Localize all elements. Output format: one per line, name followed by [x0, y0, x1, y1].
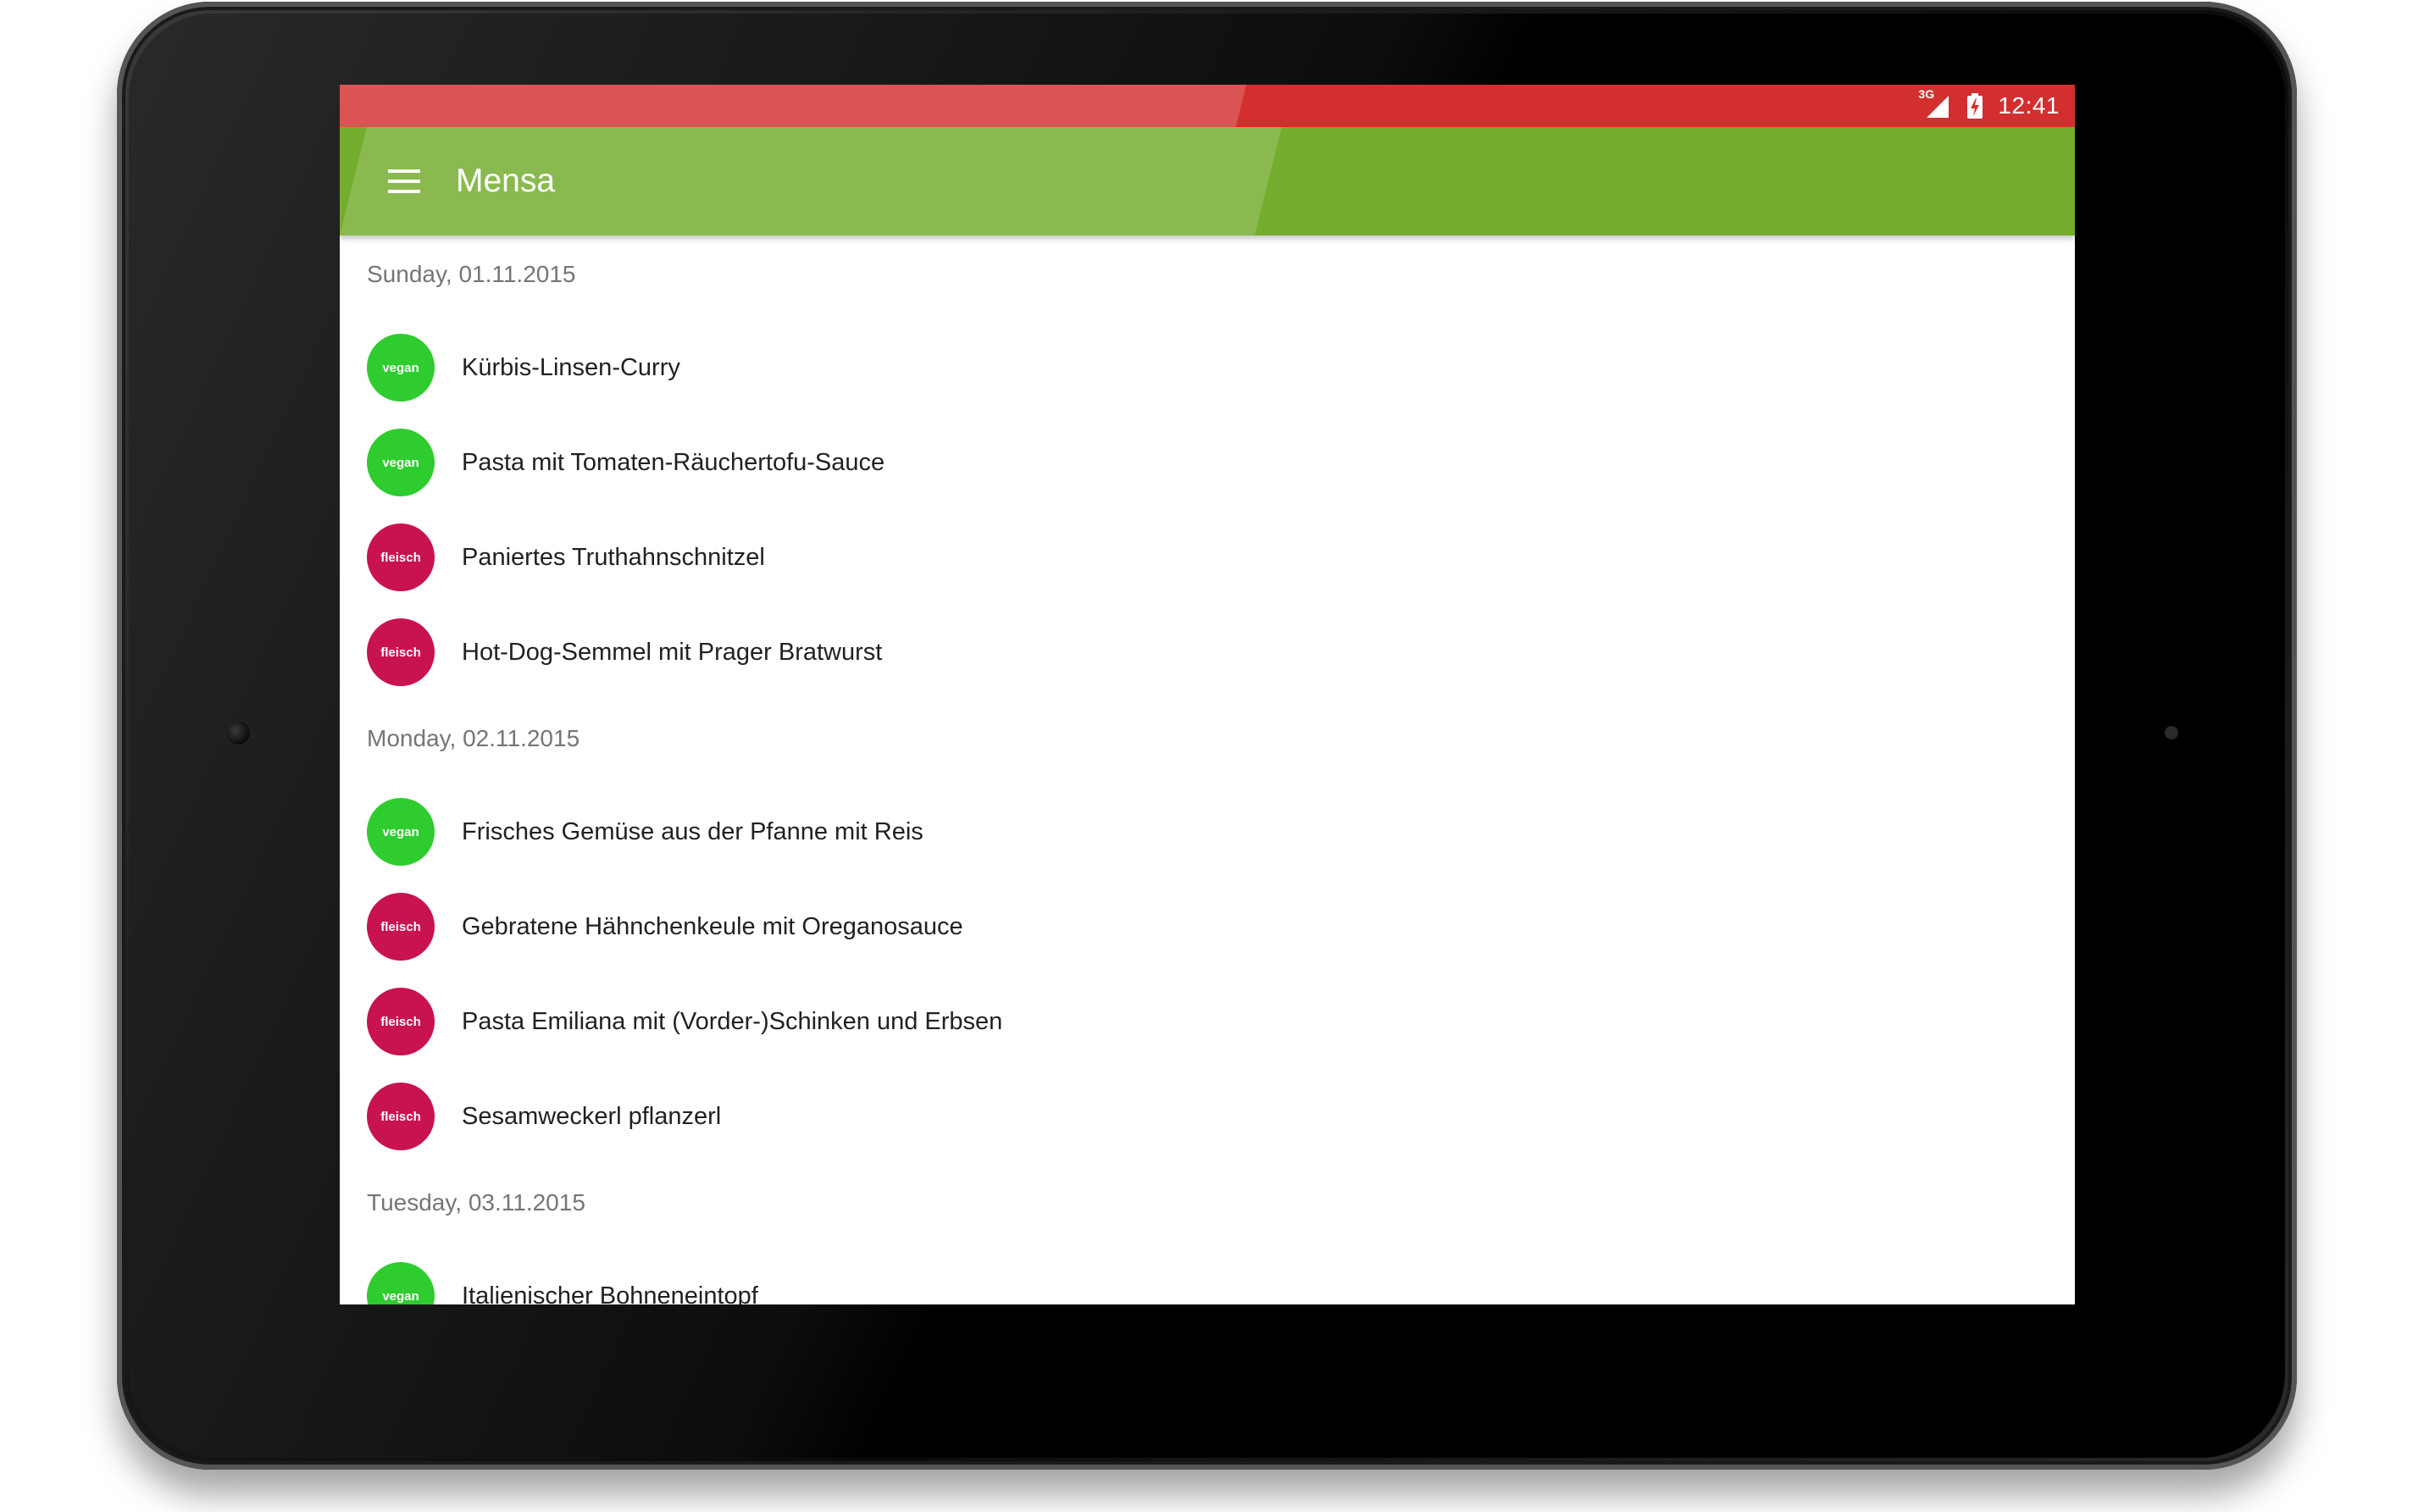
meal-item[interactable]: vegan Italienischer Bohneneintopf: [340, 1249, 2075, 1304]
meal-name: Pasta Emiliana mit (Vorder-)Schinken und…: [462, 1007, 1003, 1035]
meal-name: Sesamweckerl pflanzerl: [462, 1102, 722, 1130]
fleisch-badge: fleisch: [367, 523, 435, 591]
meal-name: Kürbis-Linsen-Curry: [462, 353, 680, 381]
meal-name: Hot-Dog-Semmel mit Prager Bratwurst: [462, 638, 883, 666]
fleisch-badge: fleisch: [367, 988, 435, 1055]
status-clock: 12:41: [1998, 92, 2060, 119]
status-bar: 3G 12:41: [340, 85, 2075, 127]
day-header: Monday, 02.11.2015: [367, 725, 580, 751]
app-toolbar: Mensa: [340, 127, 2075, 235]
status-icons: 3G 12:41: [1918, 85, 2060, 127]
vegan-badge: vegan: [367, 429, 435, 496]
menu-list[interactable]: Sunday, 01.11.2015 vegan Kürbis-Linsen-C…: [340, 235, 2075, 1304]
status-bar-reflection: [340, 85, 1247, 127]
front-camera: [225, 719, 252, 746]
meal-item[interactable]: vegan Pasta mit Tomaten-Räuchertofu-Sauc…: [340, 415, 2075, 510]
day-header: Tuesday, 03.11.2015: [367, 1189, 585, 1216]
day-header: Sunday, 01.11.2015: [367, 261, 576, 287]
network-type-label: 3G: [1918, 87, 1935, 101]
meal-item[interactable]: fleisch Gebratene Hähnchenkeule mit Oreg…: [340, 879, 2075, 974]
hamburger-menu-icon[interactable]: [380, 158, 428, 205]
light-sensor: [2165, 726, 2178, 739]
fleisch-badge: fleisch: [367, 1083, 435, 1150]
vegan-badge: vegan: [367, 1262, 435, 1304]
fleisch-badge: fleisch: [367, 893, 435, 961]
meal-name: Gebratene Hähnchenkeule mit Oreganosauce: [462, 912, 963, 940]
app-title: Mensa: [456, 163, 556, 199]
battery-charging-icon: [1967, 93, 1983, 119]
meal-name: Italienischer Bohneneintopf: [462, 1282, 758, 1305]
vegan-badge: vegan: [367, 334, 435, 402]
meal-item[interactable]: fleisch Paniertes Truthahnschnitzel: [340, 510, 2075, 605]
screen: 3G 12:41 Mensa Sunday, 01.11.2015 vegan …: [340, 85, 2075, 1304]
meal-item[interactable]: vegan Kürbis-Linsen-Curry: [340, 320, 2075, 415]
meal-item[interactable]: fleisch Pasta Emiliana mit (Vorder-)Schi…: [340, 974, 2075, 1069]
fleisch-badge: fleisch: [367, 618, 435, 686]
meal-item[interactable]: vegan Frisches Gemüse aus der Pfanne mit…: [340, 784, 2075, 879]
meal-name: Paniertes Truthahnschnitzel: [462, 543, 765, 571]
meal-item[interactable]: fleisch Sesamweckerl pflanzerl: [340, 1069, 2075, 1164]
meal-name: Pasta mit Tomaten-Räuchertofu-Sauce: [462, 448, 885, 476]
meal-name: Frisches Gemüse aus der Pfanne mit Reis: [462, 817, 923, 845]
vegan-badge: vegan: [367, 798, 435, 866]
meal-item[interactable]: fleisch Hot-Dog-Semmel mit Prager Bratwu…: [340, 605, 2075, 700]
signal-icon: 3G: [1918, 87, 1952, 119]
